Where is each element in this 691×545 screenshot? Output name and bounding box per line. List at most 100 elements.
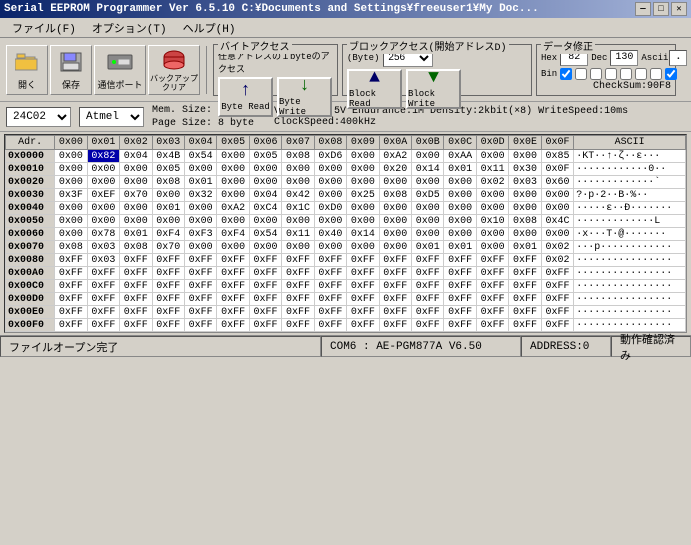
cell-data[interactable]: 0xFF [120, 319, 152, 332]
cell-data[interactable]: 0x78 [87, 228, 119, 241]
cell-data[interactable]: 0xFF [55, 293, 87, 306]
menu-file[interactable]: ファイル(F) [4, 19, 84, 37]
cell-data[interactable]: 0xFF [55, 280, 87, 293]
cell-data[interactable]: 0xFF [476, 280, 508, 293]
cell-data[interactable]: 0x00 [509, 189, 541, 202]
menu-help[interactable]: ヘルプ(H) [175, 19, 244, 37]
bin-cb6[interactable] [635, 68, 647, 80]
cell-data[interactable]: 0xFF [120, 306, 152, 319]
cell-data[interactable]: 0x00 [120, 176, 152, 189]
cell-data[interactable]: 0xFF [184, 267, 216, 280]
cell-data[interactable]: 0x00 [412, 228, 444, 241]
cell-data[interactable]: 0x40 [314, 228, 346, 241]
cell-data[interactable]: 0x00 [444, 228, 476, 241]
bin-cb1[interactable] [560, 68, 572, 80]
cell-data[interactable]: 0x00 [476, 189, 508, 202]
cell-data[interactable]: 0x00 [87, 163, 119, 176]
cell-data[interactable]: 0xFF [347, 280, 379, 293]
cell-data[interactable]: 0x20 [379, 163, 411, 176]
cell-data[interactable]: 0x00 [412, 176, 444, 189]
block-read-button[interactable]: ▲ Block Read [347, 69, 402, 109]
cell-data[interactable]: 0xFF [217, 306, 249, 319]
cell-data[interactable]: 0x02 [541, 254, 573, 267]
cell-data[interactable]: 0xFF [152, 267, 184, 280]
cell-data[interactable]: 0xFF [217, 293, 249, 306]
minimize-button[interactable]: — [635, 2, 651, 16]
cell-data[interactable]: 0xFF [412, 319, 444, 332]
cell-data[interactable]: 0xFF [476, 306, 508, 319]
cell-data[interactable]: 0xFF [347, 267, 379, 280]
cell-data[interactable]: 0xFF [152, 293, 184, 306]
cell-data[interactable]: 0x70 [152, 241, 184, 254]
cell-data[interactable]: 0x60 [541, 176, 573, 189]
cell-data[interactable]: 0xFF [87, 280, 119, 293]
device-code-select[interactable]: 24C02 [6, 107, 71, 127]
cell-data[interactable]: 0xAA [444, 150, 476, 163]
cell-data[interactable]: 0x00 [314, 176, 346, 189]
cell-data[interactable]: 0x04 [120, 150, 152, 163]
cell-data[interactable]: 0x30 [509, 163, 541, 176]
cell-data[interactable]: 0xFF [444, 293, 476, 306]
open-button[interactable]: 開く [6, 45, 48, 95]
backup-clear-button[interactable]: バックアップクリア [148, 45, 200, 95]
cell-data[interactable]: 0x00 [120, 215, 152, 228]
cell-data[interactable]: 0x14 [412, 163, 444, 176]
cell-data[interactable]: 0xFF [184, 280, 216, 293]
cell-data[interactable]: 0xFF [87, 306, 119, 319]
cell-data[interactable]: 0x00 [314, 163, 346, 176]
cell-data[interactable]: 0xFF [379, 306, 411, 319]
cell-data[interactable]: 0x01 [509, 241, 541, 254]
cell-data[interactable]: 0x00 [347, 202, 379, 215]
cell-data[interactable]: 0x00 [217, 241, 249, 254]
cell-data[interactable]: 0x00 [347, 241, 379, 254]
cell-data[interactable]: 0xFF [314, 254, 346, 267]
cell-data[interactable]: 0x00 [152, 189, 184, 202]
cell-data[interactable]: 0x00 [87, 202, 119, 215]
cell-data[interactable]: 0xA2 [217, 202, 249, 215]
cell-data[interactable]: 0x08 [509, 215, 541, 228]
cell-data[interactable]: 0x00 [184, 241, 216, 254]
cell-data[interactable]: 0xFF [184, 293, 216, 306]
cell-data[interactable]: 0xFF [444, 319, 476, 332]
cell-data[interactable]: 0x00 [444, 202, 476, 215]
cell-data[interactable]: 0xFF [379, 254, 411, 267]
cell-data[interactable]: 0x02 [476, 176, 508, 189]
cell-data[interactable]: 0xFF [444, 254, 476, 267]
cell-data[interactable]: 0x01 [152, 202, 184, 215]
ascii-input[interactable] [669, 50, 687, 66]
cell-data[interactable]: 0xFF [55, 267, 87, 280]
cell-data[interactable]: 0xFF [249, 280, 281, 293]
cell-data[interactable]: 0x05 [249, 150, 281, 163]
cell-data[interactable]: 0xFF [152, 280, 184, 293]
cell-data[interactable]: 0xFF [509, 267, 541, 280]
cell-data[interactable]: 0x00 [249, 176, 281, 189]
cell-data[interactable]: 0x00 [412, 202, 444, 215]
cell-data[interactable]: 0xFF [87, 319, 119, 332]
cell-data[interactable]: 0xFF [347, 319, 379, 332]
cell-data[interactable]: 0xFF [509, 306, 541, 319]
cell-data[interactable]: 0x00 [476, 241, 508, 254]
cell-data[interactable]: 0xFF [217, 319, 249, 332]
cell-data[interactable]: 0x10 [476, 215, 508, 228]
cell-data[interactable]: 0x4B [152, 150, 184, 163]
cell-data[interactable]: 0x00 [541, 189, 573, 202]
cell-data[interactable]: 0x00 [314, 189, 346, 202]
bin-cb4[interactable] [605, 68, 617, 80]
cell-data[interactable]: 0x00 [379, 215, 411, 228]
cell-data[interactable]: 0x08 [379, 189, 411, 202]
cell-data[interactable]: 0x08 [282, 150, 314, 163]
cell-data[interactable]: 0x00 [120, 202, 152, 215]
cell-data[interactable]: 0xFF [347, 254, 379, 267]
cell-data[interactable]: 0x00 [55, 176, 87, 189]
cell-data[interactable]: 0xFF [509, 293, 541, 306]
cell-data[interactable]: 0x00 [217, 176, 249, 189]
cell-data[interactable]: 0xFF [314, 293, 346, 306]
cell-data[interactable]: 0xFF [282, 254, 314, 267]
save-button[interactable]: 保存 [50, 45, 92, 95]
cell-data[interactable]: 0x00 [120, 163, 152, 176]
cell-data[interactable]: 0x01 [184, 176, 216, 189]
cell-data[interactable]: 0x00 [347, 215, 379, 228]
cell-data[interactable]: 0xFF [379, 267, 411, 280]
cell-data[interactable]: 0xFF [444, 306, 476, 319]
cell-data[interactable]: 0x00 [217, 215, 249, 228]
